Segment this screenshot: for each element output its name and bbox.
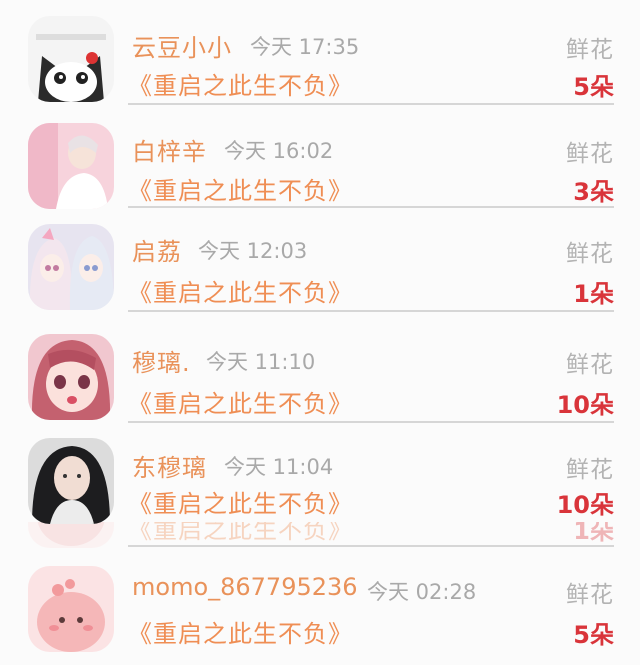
gift-count: 5朵 [573, 73, 614, 101]
anime-girl-avatar-image [28, 334, 114, 420]
photo-girl-avatar[interactable] [28, 438, 114, 524]
user-name[interactable]: 云豆小小 [132, 28, 232, 63]
gift-time: 今天 11:10 [206, 350, 316, 374]
book-title[interactable]: 《重启之此生不负》 [128, 614, 353, 649]
row-divider [128, 206, 614, 208]
gift-list-item[interactable]: momo_867795236 今天 02:28 鲜花 《重启之此生不负》 5朵 [0, 552, 640, 665]
gift-time: 今天 16:02 [224, 139, 334, 163]
user-name[interactable]: 白梓辛 [132, 132, 207, 167]
book-title[interactable]: 《重启之此生不负》 [128, 484, 353, 519]
cat-avatar-image [28, 16, 114, 102]
pink-blob-avatar[interactable] [28, 522, 114, 548]
gift-list-item[interactable]: 启荔 今天 12:03 鲜花 《重启之此生不负》 1朵 [0, 210, 640, 315]
pink-girl-avatar-image [28, 123, 114, 209]
gift-type: 鲜花 [566, 352, 614, 378]
photo-girl-avatar-image [28, 438, 114, 524]
anime-pair-avatar[interactable] [28, 224, 114, 310]
gift-count: 1朵 [573, 522, 614, 545]
gift-time: 今天 12:03 [198, 239, 308, 263]
row-divider [128, 545, 614, 547]
book-title[interactable]: 《重启之此生不负》 [128, 273, 353, 308]
pink-blob-avatar[interactable] [28, 566, 114, 652]
anime-girl-avatar[interactable] [28, 334, 114, 420]
pink-girl-avatar[interactable] [28, 123, 114, 209]
gift-type: 鲜花 [566, 141, 614, 167]
gift-count: 3朵 [573, 178, 614, 206]
row-divider [128, 310, 614, 312]
book-title[interactable]: 《重启之此生不负》 [128, 66, 353, 101]
row-divider [128, 421, 614, 423]
gift-count: 5朵 [573, 621, 614, 649]
gift-type: 鲜花 [566, 582, 614, 608]
gift-count: 10朵 [556, 391, 614, 419]
book-title[interactable]: 《重启之此生不负》 [128, 384, 353, 419]
gift-type: 鲜花 [566, 457, 614, 483]
gift-list-item[interactable]: 《重启之此生不负》 1朵 [0, 522, 640, 552]
gift-time: 今天 17:35 [250, 35, 360, 59]
gift-type: 鲜花 [566, 241, 614, 267]
gift-list-item[interactable]: 云豆小小 今天 17:35 鲜花 《重启之此生不负》 5朵 [0, 0, 640, 105]
user-name[interactable]: 东穆璃 [132, 448, 207, 483]
gift-time: 今天 02:28 [367, 580, 477, 604]
pink-blob-avatar-image [28, 522, 114, 548]
book-title[interactable]: 《重启之此生不负》 [128, 171, 353, 206]
gift-count: 1朵 [573, 280, 614, 308]
gift-list-item[interactable]: 穆璃. 今天 11:10 鲜花 《重启之此生不负》 10朵 [0, 318, 640, 426]
pink-blob-avatar-image [28, 566, 114, 652]
user-name[interactable]: 穆璃. [132, 343, 191, 378]
gift-list-item[interactable]: 东穆璃 今天 11:04 鲜花 《重启之此生不负》 10朵 [0, 426, 640, 524]
anime-pair-avatar-image [28, 224, 114, 310]
user-name[interactable]: 启荔 [132, 232, 182, 267]
gift-type: 鲜花 [566, 37, 614, 63]
user-name[interactable]: momo_867795236 [132, 573, 358, 601]
book-title[interactable]: 《重启之此生不负》 [128, 522, 353, 545]
gift-count: 10朵 [556, 491, 614, 519]
gift-list-item[interactable]: 白梓辛 今天 16:02 鲜花 《重启之此生不负》 3朵 [0, 105, 640, 210]
cat-avatar[interactable] [28, 16, 114, 102]
gift-time: 今天 11:04 [224, 455, 334, 479]
